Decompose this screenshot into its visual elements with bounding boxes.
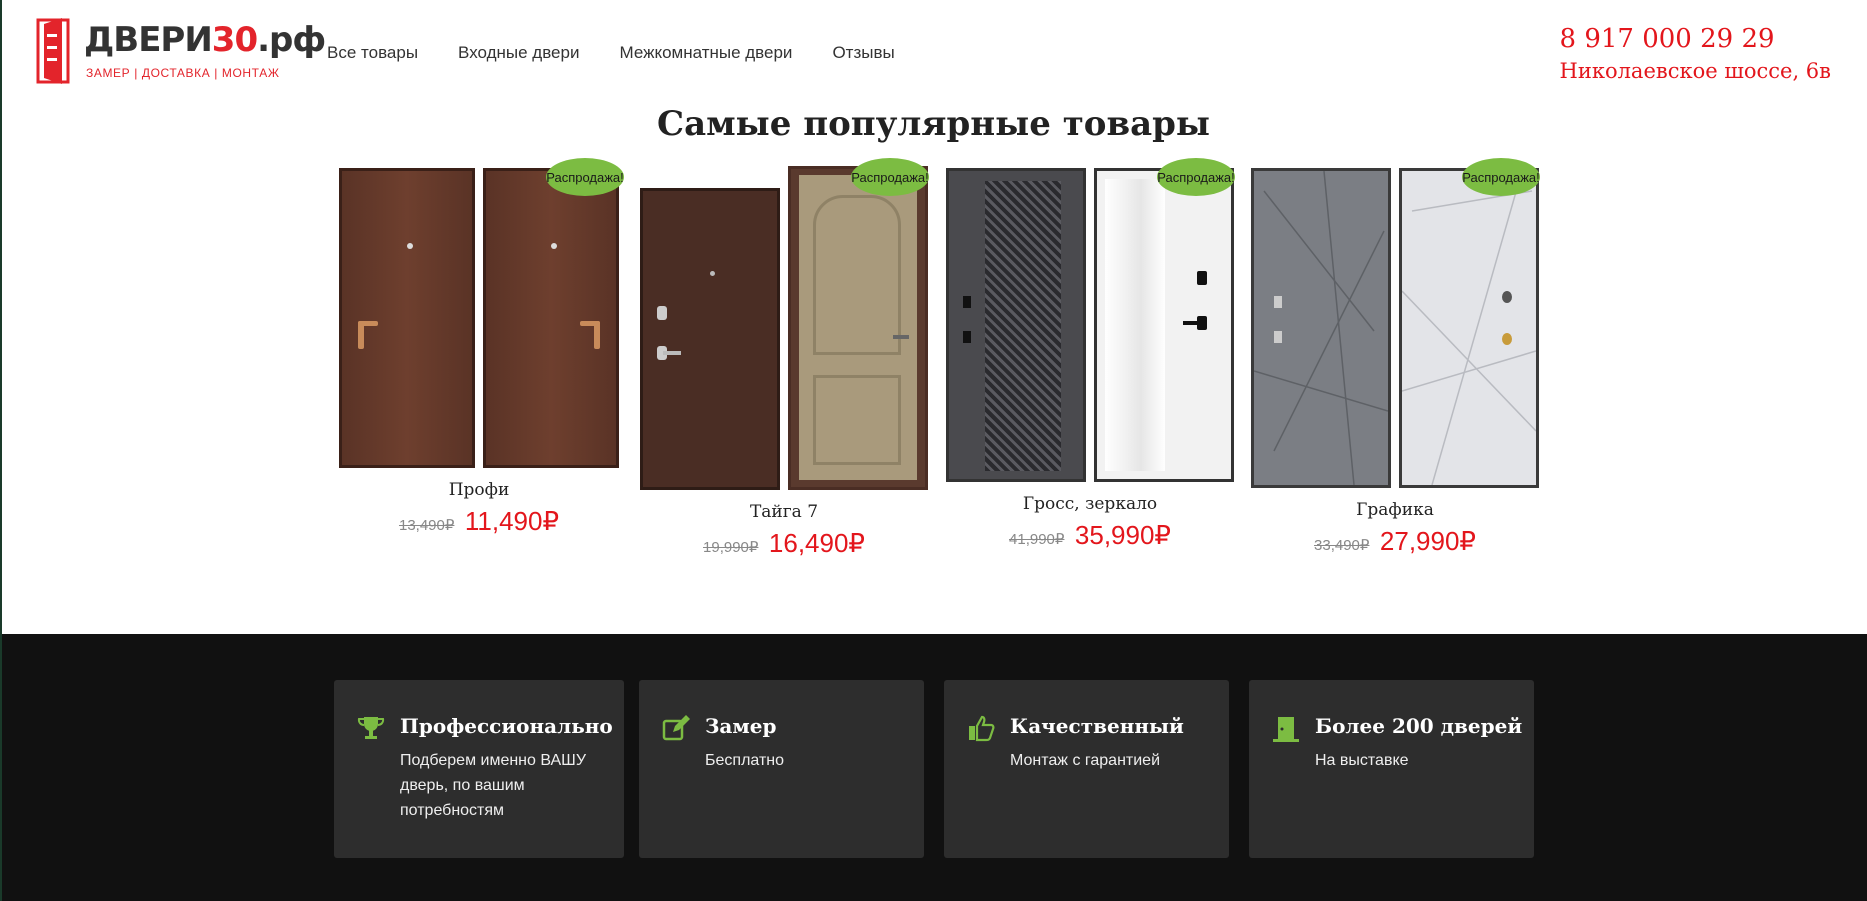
nav-entrance-doors[interactable]: Входные двери <box>458 43 579 63</box>
section-title: Самые популярные товары <box>657 104 1210 144</box>
feature-title: Более 200 дверей <box>1315 714 1523 738</box>
feature-title: Качественный <box>1010 714 1184 738</box>
door-back <box>788 166 928 490</box>
feature-text: Подберем именно ВАШУ дверь, по вашим пот… <box>400 752 586 819</box>
product-card[interactable]: Распродажа! Профи 13,490₽ 11,490₽ <box>334 158 624 537</box>
feature-text: На выставке <box>1315 752 1409 769</box>
product-card[interactable]: Распродажа! Гросс, зеркало 41,990₽ 35,99… <box>945 158 1235 551</box>
door-back <box>1094 168 1234 482</box>
feature-title: Замер <box>705 714 777 738</box>
door-front <box>640 188 780 490</box>
door-front <box>946 168 1086 482</box>
nav-all-products[interactable]: Все товары <box>327 43 418 63</box>
product-card[interactable]: Распродажа! Графика 33,490₽ 27,990₽ <box>1250 158 1540 557</box>
door-logo-icon <box>36 18 70 84</box>
current-price: 35,990₽ <box>1074 520 1171 550</box>
product-price: 41,990₽ 35,990₽ <box>945 520 1235 551</box>
site-logo[interactable]: ДВЕРИ30.рф ЗАМЕР | ДОСТАВКА | МОНТАЖ <box>36 16 326 86</box>
feature-card: Профессионально Подберем именно ВАШУ две… <box>334 680 624 858</box>
feature-text: Монтаж с гарантией <box>1010 752 1160 769</box>
feature-text: Бесплатно <box>705 752 785 769</box>
door-back <box>1399 168 1539 488</box>
feature-card: Качественный Монтаж с гарантией <box>944 680 1229 858</box>
phone-number[interactable]: 8 917 000 29 29 <box>1560 22 1831 56</box>
current-price: 16,490₽ <box>768 528 865 558</box>
door-back <box>483 168 619 468</box>
feature-title: Профессионально <box>400 714 613 738</box>
product-image[interactable]: Распродажа! <box>1250 158 1540 488</box>
product-price: 19,990₽ 16,490₽ <box>639 528 929 559</box>
feature-card: Более 200 дверей На выставке <box>1249 680 1534 858</box>
product-name[interactable]: Тайга 7 <box>639 502 929 522</box>
product-image[interactable]: Распродажа! <box>945 158 1235 482</box>
door-front <box>339 168 475 468</box>
trophy-icon <box>357 717 385 739</box>
features-band <box>2 634 1867 901</box>
product-price: 13,490₽ 11,490₽ <box>334 506 624 537</box>
nav-interior-doors[interactable]: Межкомнатные двери <box>619 43 792 63</box>
product-image[interactable]: Распродажа! <box>639 158 929 490</box>
feature-card: Замер Бесплатно <box>639 680 924 858</box>
sale-badge: Распродажа! <box>1157 158 1235 196</box>
logo-wordmark: ДВЕРИ30.рф <box>84 20 326 60</box>
product-image[interactable]: Распродажа! <box>334 158 624 468</box>
current-price: 11,490₽ <box>464 506 560 536</box>
old-price: 41,990₽ <box>1009 531 1065 548</box>
logo-tagline: ЗАМЕР | ДОСТАВКА | МОНТАЖ <box>86 66 280 80</box>
site-header: ДВЕРИ30.рф ЗАМЕР | ДОСТАВКА | МОНТАЖ Все… <box>0 0 1867 104</box>
address: Николаевское шоссе, 6в <box>1559 59 1831 83</box>
main-nav: Все товары Входные двери Межкомнатные дв… <box>327 43 895 63</box>
product-name[interactable]: Гросс, зеркало <box>945 494 1235 514</box>
door-icon <box>1273 717 1299 742</box>
sale-badge: Распродажа! <box>546 158 624 196</box>
contacts: 8 917 000 29 29 Николаевское шоссе, 6в <box>1560 22 1831 86</box>
product-name[interactable]: Графика <box>1250 500 1540 520</box>
nav-reviews[interactable]: Отзывы <box>832 43 894 63</box>
sale-badge: Распродажа! <box>1462 158 1540 196</box>
product-name[interactable]: Профи <box>334 480 624 500</box>
current-price: 27,990₽ <box>1379 526 1476 556</box>
old-price: 13,490₽ <box>398 517 455 534</box>
sale-badge: Распродажа! <box>851 158 929 196</box>
edit-icon <box>662 715 690 741</box>
old-price: 33,490₽ <box>1314 537 1370 554</box>
thumbs-up-icon <box>969 715 995 742</box>
door-front <box>1251 168 1391 488</box>
product-price: 33,490₽ 27,990₽ <box>1250 526 1540 557</box>
old-price: 19,990₽ <box>703 539 759 556</box>
product-card[interactable]: Распродажа! Тайга 7 19,990₽ 16,490₽ <box>639 158 929 559</box>
